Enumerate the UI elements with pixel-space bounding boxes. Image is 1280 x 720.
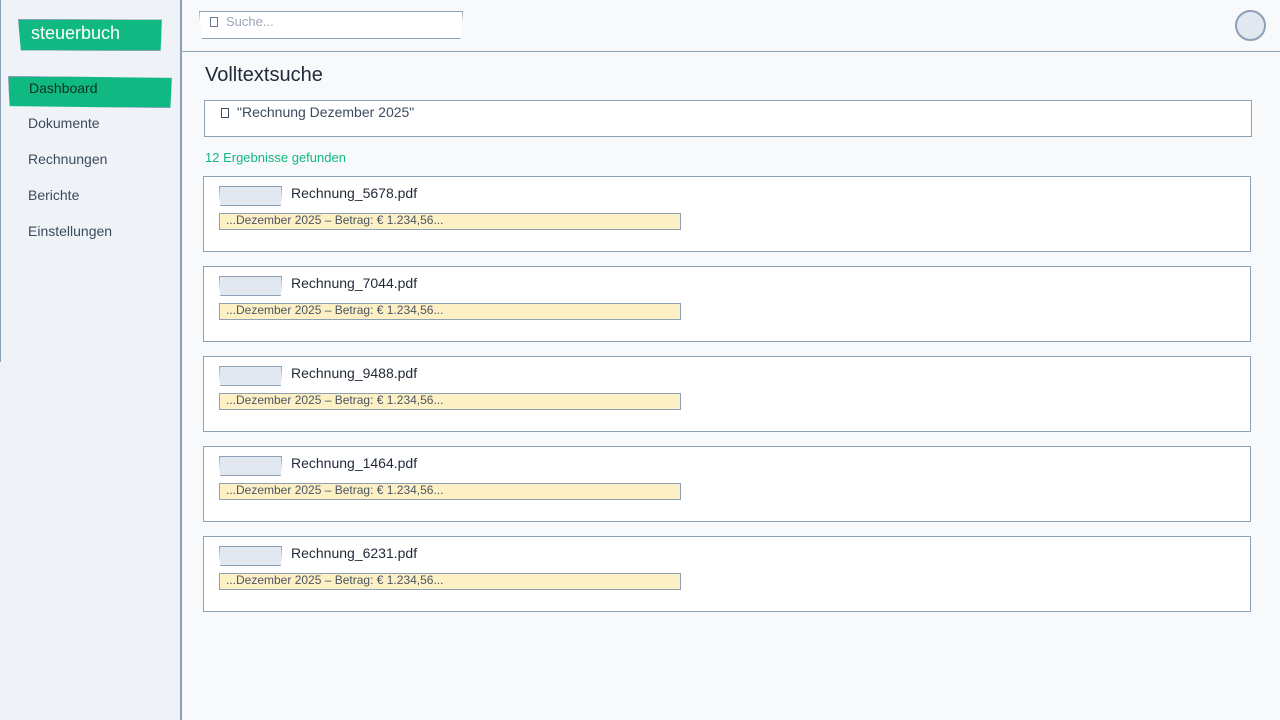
sidebar-item-einstellungen[interactable]: Einstellungen bbox=[0, 220, 180, 256]
result-snippet: ...Dezember 2025 – Betrag: € 1.234,56... bbox=[219, 393, 681, 410]
result-snippet: ...Dezember 2025 – Betrag: € 1.234,56... bbox=[219, 213, 681, 230]
query-text: "Rechnung Dezember 2025" bbox=[237, 104, 415, 120]
fulltext-query-input[interactable]: "Rechnung Dezember 2025" bbox=[204, 100, 1252, 137]
sidebar: steuerbuch Dashboard Dokumente Rechnunge… bbox=[0, 0, 182, 720]
sidebar-item-rechnungen[interactable]: Rechnungen bbox=[0, 148, 180, 184]
document-thumbnail bbox=[219, 276, 282, 296]
result-filename[interactable]: Rechnung_6231.pdf bbox=[291, 545, 417, 561]
result-filename[interactable]: Rechnung_7044.pdf bbox=[291, 275, 417, 291]
result-snippet: ...Dezember 2025 – Betrag: € 1.234,56... bbox=[219, 483, 681, 500]
result-card[interactable]: Rechnung_6231.pdf ...Dezember 2025 – Bet… bbox=[203, 536, 1251, 612]
document-thumbnail bbox=[219, 366, 282, 386]
sidebar-item-dashboard[interactable]: Dashboard bbox=[8, 76, 172, 108]
result-card[interactable]: Rechnung_7044.pdf ...Dezember 2025 – Bet… bbox=[203, 266, 1251, 342]
result-card[interactable]: Rechnung_5678.pdf ...Dezember 2025 – Bet… bbox=[203, 176, 1251, 252]
search-input[interactable]: Suche... bbox=[199, 11, 463, 39]
search-placeholder: Suche... bbox=[226, 14, 274, 29]
result-filename[interactable]: Rechnung_1464.pdf bbox=[291, 455, 417, 471]
result-snippet: ...Dezember 2025 – Betrag: € 1.234,56... bbox=[219, 573, 681, 590]
page-title: Volltextsuche bbox=[205, 64, 323, 86]
search-icon bbox=[210, 17, 218, 27]
topbar: Suche... bbox=[182, 0, 1280, 52]
result-filename[interactable]: Rechnung_5678.pdf bbox=[291, 185, 417, 201]
avatar[interactable] bbox=[1235, 10, 1266, 41]
app-logo[interactable]: steuerbuch bbox=[18, 19, 162, 51]
search-icon bbox=[221, 108, 229, 118]
document-thumbnail bbox=[219, 546, 282, 566]
document-thumbnail bbox=[219, 186, 282, 206]
result-snippet: ...Dezember 2025 – Betrag: € 1.234,56... bbox=[219, 303, 681, 320]
main-content: Volltextsuche "Rechnung Dezember 2025" 1… bbox=[203, 52, 1255, 626]
sidebar-item-dokumente[interactable]: Dokumente bbox=[0, 112, 180, 148]
document-thumbnail bbox=[219, 456, 282, 476]
result-count: 12 Ergebnisse gefunden bbox=[205, 150, 346, 165]
result-card[interactable]: Rechnung_1464.pdf ...Dezember 2025 – Bet… bbox=[203, 446, 1251, 522]
results-list: Rechnung_5678.pdf ...Dezember 2025 – Bet… bbox=[203, 176, 1255, 612]
sidebar-nav: Dashboard Dokumente Rechnungen Berichte … bbox=[0, 76, 180, 256]
result-card[interactable]: Rechnung_9488.pdf ...Dezember 2025 – Bet… bbox=[203, 356, 1251, 432]
sidebar-item-berichte[interactable]: Berichte bbox=[0, 184, 180, 220]
result-filename[interactable]: Rechnung_9488.pdf bbox=[291, 365, 417, 381]
